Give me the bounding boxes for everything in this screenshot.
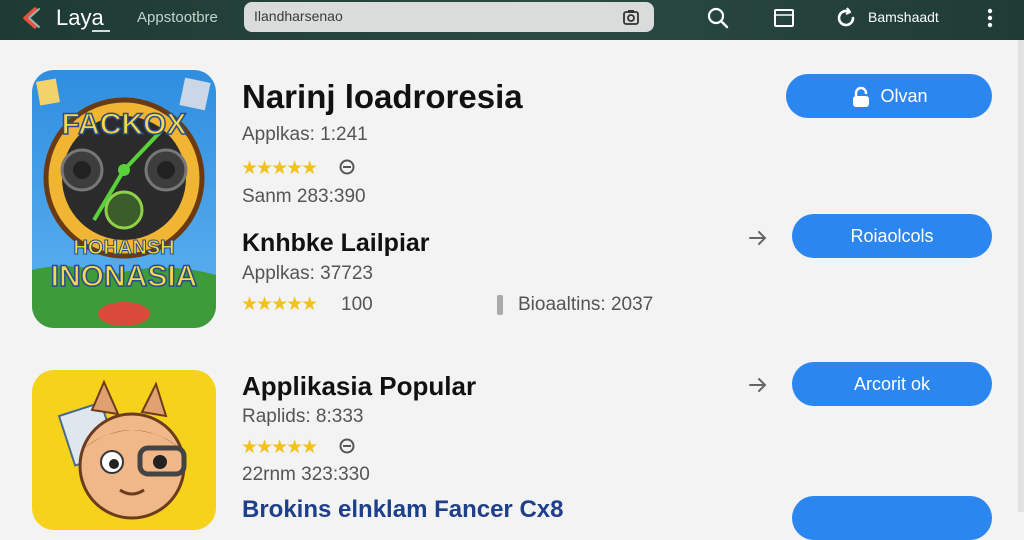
comment-icon — [339, 159, 355, 175]
app-meta: Applkas: 1:241 — [242, 124, 368, 145]
scroll-edge — [1018, 40, 1024, 512]
camera-icon[interactable] — [622, 8, 640, 26]
search-input[interactable]: Ilandharsenao — [244, 2, 654, 32]
comment-icon — [339, 438, 355, 454]
refresh-icon[interactable] — [834, 6, 858, 30]
app-meta: Sanm 283:390 — [242, 186, 366, 207]
search-icon[interactable] — [706, 6, 730, 30]
account-label[interactable]: Bamshaadt — [868, 9, 939, 25]
search-value: Ilandharsenao — [254, 8, 343, 24]
app-name[interactable]: Brokins elnklam Fancer Cx8 — [242, 496, 563, 524]
app-title: Laya — [56, 5, 104, 30]
store-label[interactable]: Appstootbre — [137, 9, 218, 26]
app-icon-game[interactable]: FACKOX HOHANSH INONASIA — [32, 70, 216, 328]
app-icon-cartoon[interactable] — [32, 370, 216, 530]
open-button[interactable]: Olvan — [786, 74, 992, 118]
open-button-label: Olvan — [880, 86, 928, 106]
icon-title-text: FACKOX — [61, 108, 186, 141]
tabs-icon[interactable] — [772, 6, 796, 30]
app-meta: 22rnm 323:330 — [242, 464, 370, 485]
title-underline — [92, 30, 110, 32]
arrow-right-icon[interactable] — [748, 375, 768, 395]
rating-stars: ★★★★★ — [241, 437, 318, 458]
rating-stars: ★★★★★ — [241, 158, 318, 179]
rating-stars: ★★★★★ — [241, 294, 318, 315]
lock-icon — [853, 87, 870, 108]
icon-bottom-text: INONASIA — [51, 260, 198, 293]
app-name[interactable]: Narinj loadroresia — [242, 78, 523, 116]
install-button[interactable]: Arcorit ok — [792, 362, 992, 406]
app-name[interactable]: Applikasia Popular — [242, 371, 476, 402]
app-name[interactable]: Knhbke Lailpiar — [242, 229, 430, 258]
app-meta: Applkas: 37723 — [242, 263, 373, 284]
install-button[interactable]: Roiaolcols — [792, 214, 992, 258]
app-meta: Raplids: 8:333 — [242, 406, 364, 427]
arrow-right-icon[interactable] — [748, 228, 768, 248]
downloads-meta: Bioaaltins: 2037 — [518, 294, 654, 315]
install-button[interactable] — [792, 496, 992, 540]
top-app-bar: Laya Appstootbre Ilandharsenao Bamshaadt — [0, 0, 1024, 40]
icon-sub-text: HOHANSH — [73, 237, 174, 259]
back-icon[interactable] — [20, 6, 42, 30]
battery-icon — [497, 295, 503, 315]
more-menu-icon[interactable] — [978, 6, 1002, 30]
rating-count: 100 — [341, 294, 373, 315]
